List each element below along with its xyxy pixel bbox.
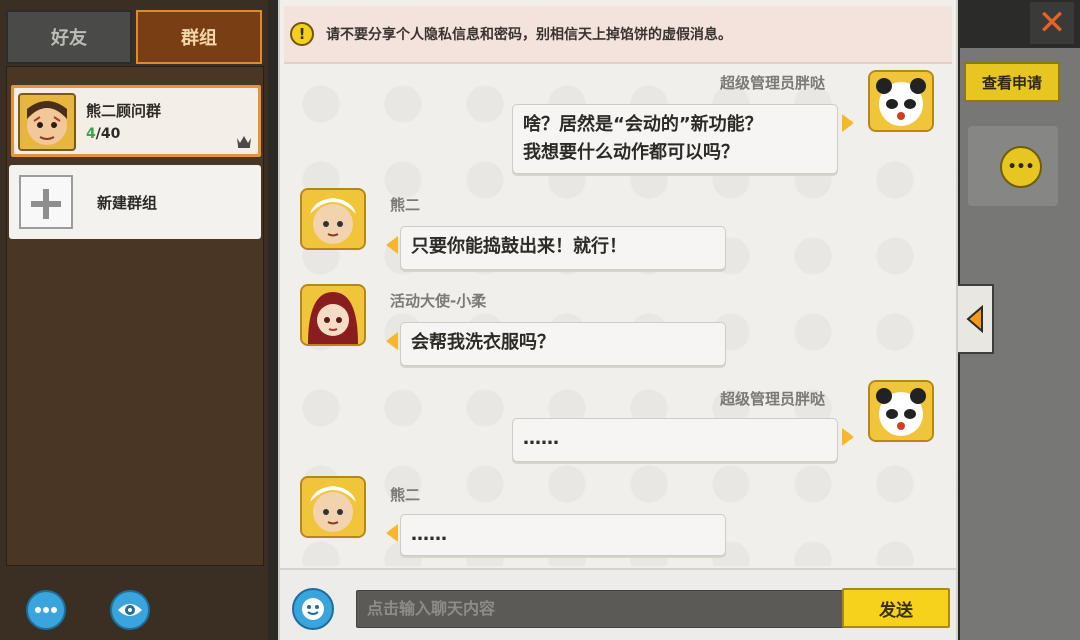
tab-friends[interactable]: 好友 <box>6 10 132 64</box>
message-text: …… <box>523 428 559 449</box>
plus-icon <box>19 175 73 229</box>
arrow-left-icon <box>966 305 983 333</box>
more-options-button[interactable] <box>26 590 66 630</box>
avatar[interactable] <box>300 476 366 538</box>
message-sender: 活动大使-小柔 <box>390 292 487 310</box>
message-bubble: …… <box>512 418 838 462</box>
message-sender: 超级管理员胖哒 <box>720 390 826 408</box>
smiley-icon <box>302 598 324 620</box>
send-button[interactable]: 发送 <box>842 588 950 628</box>
new-group-button[interactable]: 新建群组 <box>9 165 261 239</box>
message-bubble: …… <box>400 514 726 556</box>
message-sender: 熊二 <box>390 486 421 504</box>
group-avatar <box>18 93 76 151</box>
group-member-count: 4/40 <box>86 126 120 142</box>
bubble-tail <box>842 114 854 132</box>
online-count: 4 <box>86 126 96 142</box>
left-panel: 好友 群组 熊二顾问群 4/40 新建群组 <box>0 0 268 640</box>
message-sender: 超级管理员胖哒 <box>720 74 826 92</box>
eye-icon <box>118 604 142 616</box>
avatar[interactable] <box>300 188 366 250</box>
group-item[interactable]: 熊二顾问群 4/40 <box>11 85 261 157</box>
message-bubble: 啥？居然是“会动的”新功能？ 我想要什么动作都可以吗？ <box>512 104 838 174</box>
message-bubble: 会帮我洗衣服吗？ <box>400 322 726 366</box>
total-count: /40 <box>95 126 121 142</box>
bubble-tail <box>386 332 398 350</box>
message-text: 只要你能捣鼓出来！就行！ <box>411 236 627 257</box>
avatar[interactable] <box>868 70 934 132</box>
new-group-label: 新建群组 <box>97 194 158 212</box>
notice-text: 请不要分享个人隐私信息和密码，别相信天上掉馅饼的虚假消息。 <box>326 27 732 43</box>
tab-groups[interactable]: 群组 <box>136 10 262 64</box>
message-text: 会帮我洗衣服吗？ <box>411 332 555 353</box>
view-button[interactable] <box>110 590 150 630</box>
emoji-button[interactable] <box>292 588 334 630</box>
message-bubble: 只要你能捣鼓出来！就行！ <box>400 226 726 270</box>
more-icon[interactable]: ••• <box>1000 146 1042 188</box>
group-name: 熊二顾问群 <box>86 102 162 120</box>
ellipsis-icon <box>35 607 57 613</box>
collapse-tab[interactable] <box>958 284 994 354</box>
message-text: 啥？居然是“会动的”新功能？ <box>523 114 763 135</box>
close-icon[interactable]: ✕ <box>1030 2 1074 44</box>
warning-icon: ! <box>290 22 314 46</box>
message-text: …… <box>411 524 447 545</box>
input-bar: 点击输入聊天内容 发送 <box>280 568 956 640</box>
message-sender: 熊二 <box>390 196 421 214</box>
chat-input[interactable]: 点击输入聊天内容 <box>356 590 846 628</box>
avatar[interactable] <box>300 284 366 346</box>
group-list: 熊二顾问群 4/40 新建群组 <box>6 66 264 566</box>
safety-notice: ! 请不要分享个人隐私信息和密码，别相信天上掉馅饼的虚假消息。 <box>284 6 952 64</box>
bubble-tail <box>842 428 854 446</box>
crown-icon <box>237 136 251 148</box>
bubble-tail <box>386 524 398 542</box>
view-applications-button[interactable]: 查看申请 <box>964 62 1060 102</box>
chat-panel: ! 请不要分享个人隐私信息和密码，别相信天上掉馅饼的虚假消息。 超级管理员胖哒 … <box>278 0 960 640</box>
message-text: 我想要什么动作都可以吗？ <box>523 142 739 163</box>
bubble-tail <box>386 236 398 254</box>
avatar[interactable] <box>868 380 934 442</box>
